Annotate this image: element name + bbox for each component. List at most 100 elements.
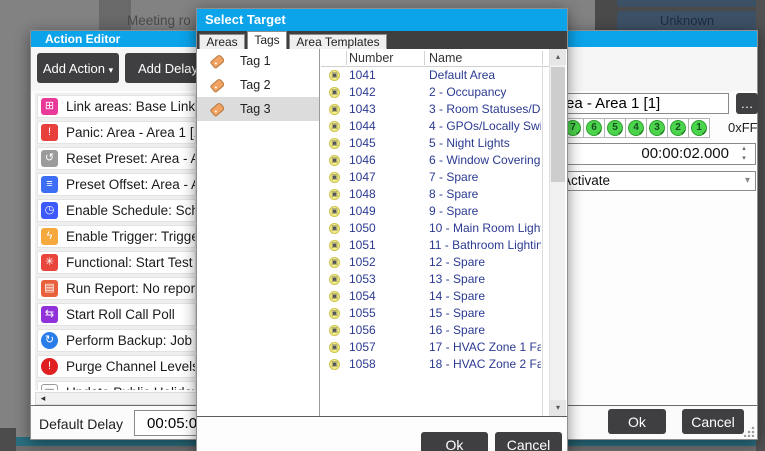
action-list-hscrollbar[interactable]: ◂ (35, 392, 198, 405)
action-list-item[interactable]: ▦ Update Public Holidays: Updat (37, 381, 196, 390)
table-row[interactable]: ▣ 1055 15 - Spare (321, 305, 549, 322)
table-row[interactable]: ▣ 1043 3 - Room Statuses/Doo (321, 101, 549, 118)
resize-grip-icon[interactable] (744, 426, 755, 437)
fade-time-spinner[interactable]: 00:00:02.000 ▴ ▾ (541, 143, 756, 165)
area-number: 1048 (349, 187, 376, 201)
tag-icon (209, 101, 226, 117)
select-target-cancel-button[interactable]: Cancel (495, 432, 562, 451)
channel-toggle-1[interactable]: 1 ✓ (688, 118, 710, 138)
column-header-name[interactable]: Name (429, 49, 462, 67)
action-list-item[interactable]: ⇆ Start Roll Call Poll (37, 303, 196, 326)
action-list-item[interactable]: ϟ Enable Trigger: Trigger - No tri (37, 225, 196, 248)
table-row[interactable]: ▣ 1057 17 - HVAC Zone 1 Fan (321, 339, 549, 356)
action-list-item[interactable]: ! Purge Channel Levels Older Th (37, 355, 196, 378)
column-divider (542, 51, 543, 65)
channel-toggle-3[interactable]: 3 ✓ (646, 118, 668, 138)
column-divider (346, 51, 347, 65)
table-rows: ▣ 1041 Default Area ▣ 1042 2 - Occupancy ▣ 1043… (321, 67, 549, 416)
area-number: 1052 (349, 255, 376, 269)
spinner-down-icon[interactable]: ▾ (736, 154, 752, 164)
area-table: Number Name ▣ 1041 Default Area ▣ 1042 2 - Oc… (321, 49, 549, 416)
table-row[interactable]: ▣ 1056 16 - Spare (321, 322, 549, 339)
action-editor-ok-button[interactable]: Ok (608, 409, 666, 434)
area-name: 14 - Spare (429, 289, 486, 303)
action-list-item[interactable]: ⊞ Link areas: Base Link Area - 2, (37, 95, 196, 118)
table-row[interactable]: ▣ 1052 12 - Spare (321, 254, 549, 271)
table-row[interactable]: ▣ 1054 14 - Spare (321, 288, 549, 305)
area-number: 1046 (349, 153, 376, 167)
table-vscrollbar[interactable]: ▴ ▾ (549, 49, 566, 416)
action-label: Preset Offset: Area - Area 1 [1] (66, 177, 195, 192)
tag-list-item[interactable]: Tag 1 (197, 49, 319, 73)
action-list-item[interactable]: ✳ Functional: Start Test - Default (37, 251, 196, 274)
select-target-tabstrip: Areas Tags Area Templates (197, 31, 567, 49)
area-name: 7 - Spare (429, 170, 479, 184)
table-row[interactable]: ▣ 1048 8 - Spare (321, 186, 549, 203)
target-area-input[interactable] (544, 93, 729, 114)
action-editor-cancel-button[interactable]: Cancel (682, 409, 744, 434)
action-list-item[interactable]: ▤ Run Report: No report selected (37, 277, 196, 300)
area-name: 6 - Window Covering (429, 153, 541, 167)
scroll-left-icon[interactable]: ◂ (36, 393, 50, 404)
action-list-item[interactable]: ◷ Enable Schedule: Schedule - N (37, 199, 196, 222)
tag-list-item[interactable]: Tag 3 (197, 97, 319, 121)
channel-toggle-6[interactable]: 6 ✓ (583, 118, 605, 138)
area-name: Default Area (429, 68, 496, 82)
table-row[interactable]: ▣ 1050 10 - Main Room Light (321, 220, 549, 237)
tab-area-templates[interactable]: Area Templates (289, 34, 387, 49)
select-target-body: Tag 1 Tag 2 Tag 3 Number Name ▣ 1041 Default… (197, 49, 567, 416)
select-target-ok-button[interactable]: Ok (421, 432, 488, 451)
unknown-button[interactable]: Unknown (617, 11, 757, 31)
channel-toggle-2[interactable]: 2 ✓ (667, 118, 689, 138)
action-label: Update Public Holidays: Updat (66, 385, 195, 390)
action-label: Purge Channel Levels Older Th (66, 359, 196, 374)
enable-trigger-icon: ϟ (41, 228, 58, 245)
area-number: 1051 (349, 238, 376, 252)
table-row[interactable]: ▣ 1049 9 - Spare (321, 203, 549, 220)
channel-toggle-5[interactable]: 5 ✓ (604, 118, 626, 138)
tag-label: Tag 1 (240, 54, 271, 68)
fade-time-value: 00:00:02.000 (641, 145, 729, 162)
action-list-item[interactable]: ↻ Perform Backup: Job (37, 329, 196, 352)
tab-tags[interactable]: Tags (247, 31, 287, 49)
action-label: Functional: Start Test - Default (66, 255, 195, 270)
table-row[interactable]: ▣ 1047 7 - Spare (321, 169, 549, 186)
scroll-down-icon[interactable]: ▾ (550, 400, 566, 416)
area-name: 16 - Spare (429, 323, 486, 337)
channel-toggle-4[interactable]: 4 ✓ (625, 118, 647, 138)
column-divider (424, 51, 425, 65)
area-icon: ▣ (329, 206, 340, 217)
screen: Meeting ro Unknown Action Editor Add Act… (0, 0, 765, 451)
action-list-item[interactable]: ! Panic: Area - Area 1 [1], Fade - (37, 121, 196, 144)
scrollbar-thumb[interactable] (551, 67, 565, 182)
tab-areas[interactable]: Areas (199, 34, 245, 49)
spinner-up-icon[interactable]: ▴ (736, 144, 752, 154)
area-number: 1043 (349, 102, 376, 116)
select-target-footer: Ok Cancel (197, 417, 567, 451)
scroll-up-icon[interactable]: ▴ (550, 49, 566, 65)
action-list-item[interactable]: ≡ Preset Offset: Area - Area 1 [1] (37, 173, 196, 196)
browse-target-button[interactable]: … (736, 93, 758, 114)
table-row[interactable]: ▣ 1042 2 - Occupancy (321, 84, 549, 101)
add-action-button[interactable]: Add Action ▾ (37, 53, 119, 83)
tag-list-item[interactable]: Tag 2 (197, 73, 319, 97)
panic-icon: ! (41, 124, 58, 141)
select-target-dialog: Select Target Areas Tags Area Templates … (196, 8, 568, 451)
area-name: 2 - Occupancy (429, 85, 507, 99)
functional-icon: ✳ (41, 254, 58, 271)
action-list-item[interactable]: ↺ Reset Preset: Area - Area 1 [1], (37, 147, 196, 170)
table-row[interactable]: ▣ 1053 13 - Spare (321, 271, 549, 288)
mode-dropdown[interactable]: Activate ▾ (555, 171, 756, 191)
area-icon: ▣ (329, 291, 340, 302)
area-number: 1045 (349, 136, 376, 150)
table-row[interactable]: ▣ 1058 18 - HVAC Zone 2 Fan (321, 356, 549, 373)
table-row[interactable]: ▣ 1041 Default Area (321, 67, 549, 84)
column-header-number[interactable]: Number (349, 49, 393, 67)
table-row[interactable]: ▣ 1051 11 - Bathroom Lighting (321, 237, 549, 254)
area-number: 1054 (349, 289, 376, 303)
background-button-partial[interactable] (617, 0, 757, 7)
table-row[interactable]: ▣ 1044 4 - GPOs/Locally Swit (321, 118, 549, 135)
table-row[interactable]: ▣ 1045 5 - Night Lights (321, 135, 549, 152)
add-action-label: Add Action (42, 60, 105, 76)
table-row[interactable]: ▣ 1046 6 - Window Covering (321, 152, 549, 169)
